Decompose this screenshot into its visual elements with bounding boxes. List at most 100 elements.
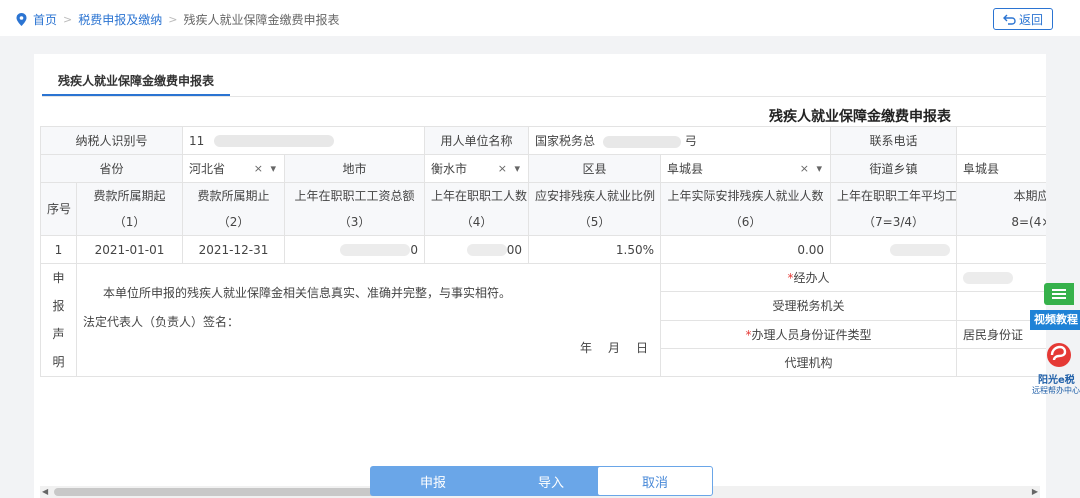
city-value: 衡水市	[431, 162, 468, 176]
breadcrumb-current: 残疾人就业保障金缴费申报表	[183, 13, 340, 27]
province-select[interactable]: 河北省 × ▾	[182, 154, 286, 183]
column-header-number: （6）	[729, 215, 762, 229]
declaration-statement: 本单位所申报的残疾人就业保障金相关信息真实、准确并完整，与事实相符。	[103, 286, 512, 300]
due-fee-cell: 156	[956, 235, 1046, 264]
logo-subtext: 远程帮办中心	[1032, 386, 1080, 395]
form-title: 残疾人就业保障金缴费申报表	[769, 109, 951, 125]
taxpayer-id-value: 11	[182, 126, 426, 155]
taxpayer-id-text: 11	[189, 133, 205, 148]
column-header: 上年实际安排残疾人就业人数 （6）	[660, 182, 832, 236]
column-header: 费款所属期起 （1）	[75, 182, 184, 236]
agent-input[interactable]	[956, 262, 1046, 293]
ratio-cell: 1.50%	[528, 235, 662, 264]
column-header-name: 序号	[47, 202, 72, 216]
column-header-number: （5）	[578, 215, 611, 229]
taxpayer-id-label: 纳税人识别号	[40, 126, 184, 155]
clear-dropdown-icon[interactable]: × ▾	[498, 162, 522, 175]
column-header-number: （2）	[217, 215, 250, 229]
clear-dropdown-icon[interactable]: × ▾	[254, 162, 278, 175]
agent-label-text: 经办人	[793, 271, 830, 286]
return-arrow-icon	[1002, 14, 1016, 25]
city-label: 地市	[284, 154, 426, 183]
logo-text: 阳光e税	[1038, 375, 1075, 386]
id-type-label: *办理人员身份证件类型	[660, 319, 958, 349]
declaration-char: 明	[52, 355, 65, 369]
column-header-number: （3）	[338, 215, 371, 229]
clear-dropdown-icon[interactable]: × ▾	[800, 162, 824, 175]
sun-logo-icon	[1047, 343, 1071, 367]
redacted-mask	[340, 244, 411, 256]
remote-help-widget[interactable]: 阳光e税 远程帮办中心	[1030, 340, 1080, 400]
tab-divider	[42, 96, 1046, 97]
column-header-name: 费款所属期起	[93, 189, 166, 203]
street-select[interactable]: 阜城县	[956, 154, 1046, 183]
city-select[interactable]: 衡水市 × ▾	[424, 154, 530, 183]
start-date-cell[interactable]: 2021-01-01	[75, 235, 184, 264]
phone-value[interactable]	[956, 126, 1046, 155]
column-header-name: 本期应纳费	[1013, 189, 1046, 203]
street-label: 街道乡镇	[830, 154, 958, 183]
column-header-name: 应安排残疾人就业比例	[535, 189, 656, 203]
column-header-name: 上年在职职工年平均工资（或当地社会平均工资的2倍）	[837, 189, 957, 203]
column-header-number: （1）	[113, 215, 146, 229]
staff-count-cell[interactable]: 00	[424, 235, 530, 264]
redacted-mask	[602, 135, 681, 148]
breadcrumb: 首页 > 税费申报及缴纳 > 残疾人就业保障金缴费申报表	[16, 11, 339, 28]
column-header: 应安排残疾人就业比例 （5）	[528, 182, 662, 236]
breadcrumb-tax-filing[interactable]: 税费申报及缴纳	[78, 11, 162, 28]
menu-icon[interactable]	[1044, 283, 1074, 305]
column-header-number: （7=3/4）	[863, 215, 925, 229]
tab-disability-fund-form[interactable]: 残疾人就业保障金缴费申报表	[42, 66, 231, 96]
wage-total-cell[interactable]: 0	[284, 235, 426, 264]
scroll-right-icon[interactable]: ▶	[1032, 487, 1038, 496]
actual-count-cell[interactable]: 0.00	[660, 235, 832, 264]
employer-name-label: 用人单位名称	[424, 126, 530, 155]
column-header-name: 上年在职职工人数	[431, 189, 528, 203]
wage-total-tail: 0	[410, 242, 419, 257]
employer-name-tail: 弓	[684, 134, 697, 148]
cancel-button[interactable]: 取消	[597, 466, 713, 496]
column-header: 上年在职职工人数 （4）	[424, 182, 530, 236]
employer-name-value: 国家税务总 弓	[528, 126, 832, 155]
redacted-mask	[890, 244, 951, 256]
street-value: 阜城县	[963, 162, 1000, 176]
column-header-number: （4）	[460, 215, 493, 229]
declaration-char: 报	[52, 299, 65, 313]
declaration-char: 声	[52, 327, 65, 341]
column-header-name: 上年在职职工工资总额	[294, 189, 415, 203]
redacted-mask	[214, 135, 335, 147]
staff-count-tail: 00	[506, 242, 523, 257]
region-row: 省份 河北省 × ▾ 地市 衡水市 × ▾ 区县 阜城县 × ▾ 街道乡镇 阜城县	[40, 154, 1046, 183]
seq-cell: 1	[40, 235, 77, 264]
column-header-row: 序号 费款所属期起 （1） 费款所属期止 （2） 上年在职职工工资总额 （3） 上年在…	[40, 182, 1046, 236]
column-header: 上年在职职工工资总额 （3）	[284, 182, 426, 236]
back-button[interactable]: 返回	[993, 8, 1053, 30]
breadcrumb-separator: >	[63, 13, 73, 26]
declaration-form-table: 纳税人识别号 11 用人单位名称 国家税务总 弓 联系电话 省份 河北省 × ▾…	[40, 126, 1046, 378]
column-header-name: 上年实际安排残疾人就业人数	[667, 189, 824, 203]
id-type-label-text: 办理人员身份证件类型	[751, 327, 872, 342]
signature-label: 法定代表人（负责人）签名：	[83, 315, 240, 329]
scroll-left-icon[interactable]: ◀	[42, 487, 48, 496]
end-date-cell[interactable]: 2021-12-31	[182, 235, 286, 264]
back-button-label: 返回	[1018, 12, 1043, 27]
location-pin-icon	[16, 13, 27, 26]
redacted-mask	[963, 272, 1014, 285]
declaration-date: 年 月 日	[580, 341, 651, 355]
province-label: 省份	[40, 154, 184, 183]
declaration-vertical-label: 申 报 声 明	[40, 263, 77, 377]
tax-org-label: 受理税务机关	[660, 291, 958, 321]
declaration-char: 申	[52, 271, 65, 285]
breadcrumb-home[interactable]: 首页	[33, 11, 57, 28]
phone-label: 联系电话	[830, 126, 958, 155]
submit-button[interactable]: 申报	[370, 466, 496, 496]
breadcrumb-separator: >	[168, 13, 178, 26]
redacted-mask	[466, 244, 507, 256]
county-select[interactable]: 阜城县 × ▾	[660, 154, 832, 183]
video-tutorial-button[interactable]: 视频教程	[1030, 310, 1080, 330]
import-button[interactable]: 导入	[488, 466, 614, 496]
avg-wage-cell	[830, 235, 958, 264]
employer-name-text: 国家税务总	[535, 134, 596, 148]
column-header: 费款所属期止 （2）	[182, 182, 286, 236]
column-header: 序号	[40, 182, 77, 236]
